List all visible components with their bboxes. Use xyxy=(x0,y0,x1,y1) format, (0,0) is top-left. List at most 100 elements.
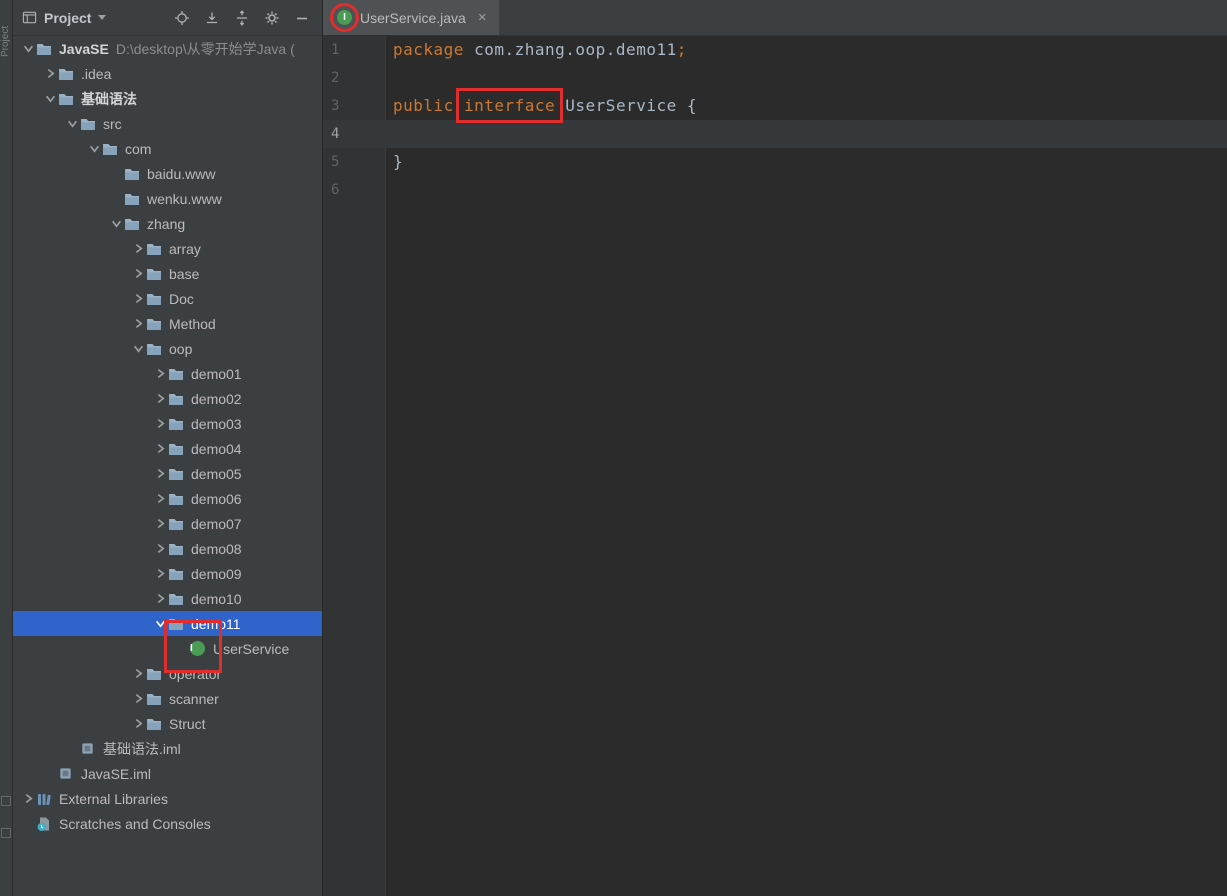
tree-item-demo06[interactable]: demo06 xyxy=(12,486,322,511)
package-icon xyxy=(146,691,166,707)
tool-window-bar: Project xyxy=(0,0,13,896)
code-line-3[interactable]: 3 public interface UserService { xyxy=(323,88,1227,123)
tree-item-demo02[interactable]: demo02 xyxy=(12,386,322,411)
project-panel-header: Project xyxy=(12,0,322,36)
chevron-collapsed-icon[interactable] xyxy=(152,518,168,529)
chevron-collapsed-icon[interactable] xyxy=(130,293,146,304)
chevron-expanded-icon[interactable] xyxy=(20,43,36,54)
tree-item-com[interactable]: com xyxy=(12,136,322,161)
package-icon xyxy=(146,241,166,257)
tree-item-javase-iml[interactable]: JavaSE.iml xyxy=(12,761,322,786)
tree-item-demo03[interactable]: demo03 xyxy=(12,411,322,436)
package-icon xyxy=(168,516,188,532)
tree-item-label: demo10 xyxy=(191,590,242,607)
chevron-expanded-icon[interactable] xyxy=(108,218,124,229)
close-icon[interactable]: × xyxy=(478,10,487,25)
tree-item-demo09[interactable]: demo09 xyxy=(12,561,322,586)
folder-icon xyxy=(80,116,100,132)
chevron-collapsed-icon[interactable] xyxy=(130,668,146,679)
tree-item-javase[interactable]: JavaSE D:\desktop\从零开始学Java ( xyxy=(12,36,322,61)
chevron-collapsed-icon[interactable] xyxy=(152,493,168,504)
package-icon xyxy=(168,416,188,432)
tree-item-base[interactable]: base xyxy=(12,261,322,286)
tab-userservice-java[interactable]: I UserService.java × xyxy=(323,0,499,35)
code-line-2[interactable]: 2 xyxy=(323,64,1227,92)
chevron-collapsed-icon[interactable] xyxy=(130,318,146,329)
tool-window-icon[interactable] xyxy=(1,796,11,806)
tree-item-label: com xyxy=(125,140,152,157)
tree-item-基础语法[interactable]: 基础语法 xyxy=(12,86,322,111)
tree-item-struct[interactable]: Struct xyxy=(12,711,322,736)
chevron-expanded-icon[interactable] xyxy=(64,118,80,129)
tree-item-label: demo04 xyxy=(191,440,242,457)
chevron-collapsed-icon[interactable] xyxy=(130,268,146,279)
chevron-collapsed-icon[interactable] xyxy=(152,468,168,479)
chevron-expanded-icon[interactable] xyxy=(42,93,58,104)
tree-item-doc[interactable]: Doc xyxy=(12,286,322,311)
chevron-collapsed-icon[interactable] xyxy=(152,418,168,429)
tree-item-demo05[interactable]: demo05 xyxy=(12,461,322,486)
tree-item-method[interactable]: Method xyxy=(12,311,322,336)
chevron-collapsed-icon[interactable] xyxy=(42,68,58,79)
code-line-6[interactable]: 6 xyxy=(323,176,1227,204)
chevron-collapsed-icon[interactable] xyxy=(152,368,168,379)
tree-item-wenku-www[interactable]: wenku.www xyxy=(12,186,322,211)
chevron-collapsed-icon[interactable] xyxy=(20,793,36,804)
tree-item-baidu-www[interactable]: baidu.www xyxy=(12,161,322,186)
tree-item-userservice[interactable]: I UserService xyxy=(12,636,322,661)
hide-panel-icon[interactable] xyxy=(294,10,310,26)
chevron-collapsed-icon[interactable] xyxy=(152,543,168,554)
tree-item-demo11[interactable]: demo11 xyxy=(12,611,322,636)
tree-item-基础语法-iml[interactable]: 基础语法.iml xyxy=(12,736,322,761)
chevron-down-icon[interactable] xyxy=(98,15,107,20)
tree-item-label: array xyxy=(169,240,201,257)
chevron-collapsed-icon[interactable] xyxy=(130,693,146,704)
tree-item-oop[interactable]: oop xyxy=(12,336,322,361)
chevron-collapsed-icon[interactable] xyxy=(152,393,168,404)
chevron-collapsed-icon[interactable] xyxy=(152,568,168,579)
tree-item-demo07[interactable]: demo07 xyxy=(12,511,322,536)
chevron-expanded-icon[interactable] xyxy=(86,143,102,154)
tree-item-label: src xyxy=(103,115,122,132)
collapse-all-icon[interactable] xyxy=(204,10,220,26)
locate-file-icon[interactable] xyxy=(174,10,190,26)
expand-collapse-icon[interactable] xyxy=(234,9,250,26)
tree-item-label: demo01 xyxy=(191,365,242,382)
chevron-expanded-icon[interactable] xyxy=(152,618,168,629)
chevron-collapsed-icon[interactable] xyxy=(130,718,146,729)
tree-item-external-libraries[interactable]: External Libraries xyxy=(12,786,322,811)
tree-item-demo01[interactable]: demo01 xyxy=(12,361,322,386)
tree-item-label: oop xyxy=(169,340,193,357)
tree-item-src[interactable]: src xyxy=(12,111,322,136)
settings-gear-icon[interactable] xyxy=(264,10,280,26)
code-line-5[interactable]: 5} xyxy=(323,148,1227,176)
tree-item-demo04[interactable]: demo04 xyxy=(12,436,322,461)
editor-area[interactable]: 1 package com.zhang.oop.demo11; 2 3 public i… xyxy=(322,36,1227,896)
chevron-collapsed-icon[interactable] xyxy=(152,593,168,604)
tree-item-label: baidu.www xyxy=(147,165,216,182)
code-line-4[interactable]: 4 xyxy=(323,120,1227,148)
tree-item-zhang[interactable]: zhang xyxy=(12,211,322,236)
package-icon xyxy=(146,341,166,357)
tree-item-scratches-and-consoles[interactable]: Scratches and Consoles xyxy=(12,811,322,836)
tree-item-idea[interactable]: .idea xyxy=(12,61,322,86)
tree-item-array[interactable]: array xyxy=(12,236,322,261)
tree-item-operator[interactable]: operator xyxy=(12,661,322,686)
chevron-collapsed-icon[interactable] xyxy=(130,243,146,254)
tree-item-demo08[interactable]: demo08 xyxy=(12,536,322,561)
code-view: 1 package com.zhang.oop.demo11; 2 3 public i… xyxy=(323,36,1227,204)
tree-item-demo10[interactable]: demo10 xyxy=(12,586,322,611)
code-line-1[interactable]: 1 package com.zhang.oop.demo11; xyxy=(323,36,1227,64)
tool-window-icon[interactable] xyxy=(1,828,11,838)
chevron-expanded-icon[interactable] xyxy=(130,343,146,354)
tool-window-button-project[interactable]: Project xyxy=(0,6,12,76)
tree-item-label: JavaSE.iml xyxy=(81,765,152,782)
tree-item-scanner[interactable]: scanner xyxy=(12,686,322,711)
panel-title[interactable]: Project xyxy=(44,10,91,26)
chevron-collapsed-icon[interactable] xyxy=(152,443,168,454)
